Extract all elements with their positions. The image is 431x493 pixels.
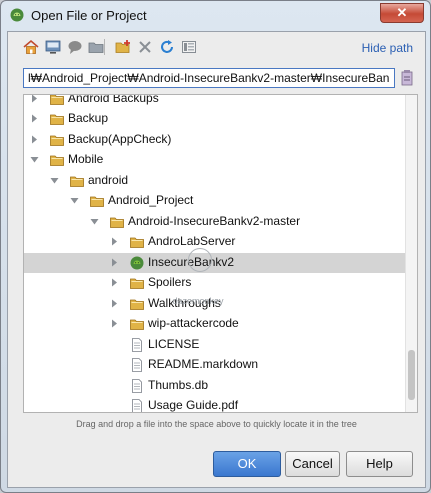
tree-row[interactable]: Android-InsecureBankv2-master [24, 212, 405, 232]
dialog-body: Hide path Android Backups Backup Backup(Ap… [7, 31, 426, 488]
title-bar[interactable]: Open File or Project ✕ [1, 1, 430, 29]
collapse-arrow-icon[interactable] [50, 176, 59, 185]
file-tree[interactable]: Android Backups Backup Backup(AppCheck) Mob… [23, 94, 418, 413]
folder-icon [130, 237, 144, 248]
file-icon [132, 399, 142, 412]
file-icon [132, 379, 142, 393]
tree-row-label: Android-InsecureBankv2-master [128, 214, 301, 228]
tree-row-label: Android Backups [68, 94, 159, 105]
tree-row-label: wip-attackercode [148, 316, 239, 330]
watermark: dazemonkey [168, 246, 228, 306]
refresh-icon[interactable] [158, 38, 176, 56]
path-input[interactable] [23, 68, 395, 88]
chat-icon[interactable] [66, 38, 84, 56]
tree-row[interactable]: Thumbs.db [24, 376, 405, 396]
tree-row[interactable]: Android_Project [24, 191, 405, 211]
show-hidden-icon[interactable] [180, 38, 198, 56]
home-icon[interactable] [22, 38, 40, 56]
tree-row[interactable]: Android Backups [24, 94, 405, 109]
tree-row-label: README.markdown [148, 357, 259, 371]
toolbar: Hide path [8, 32, 425, 62]
hide-path-link[interactable]: Hide path [362, 41, 413, 55]
watermark-circle [188, 248, 212, 272]
tree-row[interactable]: Backup(AppCheck) [24, 130, 405, 150]
close-button[interactable]: ✕ [380, 3, 424, 23]
tree-row[interactable]: LICENSE [24, 335, 405, 355]
tree-row-label: Android_Project [108, 193, 194, 207]
folder-icon [50, 114, 64, 125]
tree-row-label: android [88, 173, 129, 187]
file-icon [132, 358, 142, 372]
folder-icon [130, 319, 144, 330]
tree-row[interactable]: Backup [24, 109, 405, 129]
ok-button[interactable]: OK [213, 451, 281, 477]
help-button[interactable]: Help [346, 451, 413, 477]
watermark-text: dazemonkey [172, 296, 224, 306]
collapse-arrow-icon[interactable] [90, 217, 99, 226]
folder-icon [130, 299, 144, 310]
expand-arrow-icon[interactable] [110, 299, 119, 308]
new-folder-icon[interactable] [114, 38, 132, 56]
tree-scrollbar[interactable] [405, 95, 417, 412]
tree-row[interactable]: wip-attackercode [24, 314, 405, 334]
open-file-dialog: Open File or Project ✕ Hide path l₩Andro… [0, 0, 431, 493]
collapse-arrow-icon[interactable] [30, 155, 39, 164]
tree-row-label: Backup [68, 111, 109, 125]
folder-icon [50, 155, 64, 166]
tree-row-label: Backup(AppCheck) [68, 132, 172, 146]
tree-row-label: Mobile [68, 152, 104, 166]
android-project-icon [130, 256, 144, 270]
tree-row[interactable]: Mobile [24, 150, 405, 170]
android-studio-icon [10, 8, 24, 22]
toolbar-separator [104, 39, 105, 55]
folder-icon[interactable] [87, 38, 105, 56]
folder-icon [90, 196, 104, 207]
cancel-button[interactable]: Cancel [285, 451, 340, 477]
file-icon [132, 338, 142, 352]
tree-row[interactable]: android [24, 171, 405, 191]
expand-arrow-icon[interactable] [30, 135, 39, 144]
folder-icon [50, 95, 64, 105]
folder-icon [70, 176, 84, 187]
expand-arrow-icon[interactable] [30, 94, 39, 103]
scrollbar-thumb[interactable] [408, 350, 415, 400]
expand-arrow-icon[interactable] [110, 319, 119, 328]
tree-row-label: LICENSE [148, 337, 200, 351]
expand-arrow-icon[interactable] [110, 258, 119, 267]
folder-icon [50, 135, 64, 146]
expand-arrow-icon[interactable] [110, 237, 119, 246]
expand-arrow-icon[interactable] [110, 278, 119, 287]
expand-arrow-icon[interactable] [30, 114, 39, 123]
desktop-icon[interactable] [44, 38, 62, 56]
tree-row-label: Usage Guide.pdf [148, 398, 239, 412]
delete-icon[interactable] [136, 38, 154, 56]
path-history-icon[interactable] [400, 69, 414, 87]
tree-row-label: Thumbs.db [148, 378, 209, 392]
collapse-arrow-icon[interactable] [70, 196, 79, 205]
folder-icon [130, 278, 144, 289]
window-title: Open File or Project [31, 8, 147, 23]
tree-row[interactable]: Usage Guide.pdf [24, 396, 405, 412]
drag-drop-hint: Drag and drop a file into the space abov… [76, 419, 357, 429]
folder-icon [110, 217, 124, 228]
tree-row[interactable]: README.markdown [24, 355, 405, 375]
